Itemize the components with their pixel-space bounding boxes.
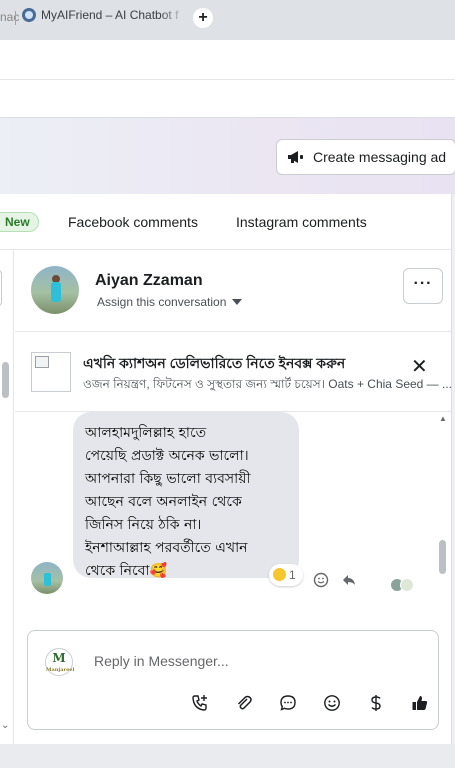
brand-name: Manjareel: [46, 667, 75, 673]
reply-composer: M Manjareel: [27, 630, 439, 730]
sender-avatar: [31, 562, 63, 594]
close-icon[interactable]: ✕: [411, 354, 428, 379]
ad-title: এখনি ক্যাশঅন ডেলিভারিতে নিতে ইনবক্স করুন: [83, 355, 346, 371]
ad-thumbnail: [31, 352, 71, 392]
call-add-icon[interactable]: [178, 689, 222, 717]
avatar-figure: [51, 282, 61, 302]
message-line: আপনারা কিছু ভালো ব্যবসায়ী: [85, 471, 251, 487]
avatar[interactable]: [31, 266, 79, 314]
conversation-list-edge: ⌄: [0, 250, 14, 744]
message-line: থেকে নিবো🥰: [85, 563, 167, 579]
message-line: জিনিস নিয়ে ঠকি না।: [85, 517, 202, 533]
tab-instagram-comments[interactable]: Instagram comments: [236, 214, 367, 230]
reaction-badge[interactable]: 1: [269, 564, 303, 586]
thread-scrollbar[interactable]: ▲: [439, 412, 447, 624]
more-icon[interactable]: ···: [403, 268, 443, 304]
composer-toolbar: [178, 689, 442, 717]
message-line: আলহামদুলিল্লাহ হাতে: [85, 425, 207, 441]
messenger-icon: [22, 8, 36, 22]
message-thread: আলহামদুলিল্লাহ হাতে পেয়েছি প্রডাক্ট অনে…: [15, 412, 452, 628]
caret-down-icon: [232, 299, 243, 305]
chevron-down-icon[interactable]: ⌄: [1, 720, 9, 731]
emoji-icon[interactable]: [310, 689, 354, 717]
reply-icon[interactable]: [341, 572, 357, 588]
ad-context-card: এখনি ক্যাশঅন ডেলিভারিতে নিতে ইনবক্স করুন…: [15, 332, 452, 412]
seen-indicators: [390, 578, 414, 597]
message-line: আছেন বলে অনলাইন থেকে: [85, 494, 242, 510]
new-badge: New: [0, 212, 39, 232]
dollar-icon[interactable]: [354, 689, 398, 717]
message-bubble[interactable]: আলহামদুলিল্লাহ হাতে পেয়েছি প্রডাক্ট অনে…: [73, 412, 299, 579]
assign-label: Assign this conversation: [97, 295, 227, 309]
reply-input[interactable]: [94, 653, 414, 669]
tab-title: MyAIFriend – AI Chatbot f: [41, 8, 179, 22]
list-scrollbar[interactable]: [2, 362, 9, 398]
tab-separator: [15, 11, 16, 25]
inbox-tabs: New Facebook comments Instagram comments: [0, 194, 452, 250]
browser-toolbar: [0, 40, 455, 118]
thumbs-up-icon[interactable]: [398, 689, 442, 717]
previous-tab-fragment[interactable]: nac: [0, 10, 19, 24]
toolbar-divider: [0, 79, 455, 80]
chevron-up-icon[interactable]: ▲: [439, 414, 447, 423]
megaphone-icon: [288, 151, 303, 163]
message-line: পেয়েছি প্রডাক্ট অনেক ভালো।: [85, 448, 249, 464]
message-line: ইনশাআল্লাহ পরবর্তীতে এখান: [85, 540, 248, 556]
browser-tab-strip: nac MyAIFriend – AI Chatbot f +: [0, 0, 455, 40]
avatar-figure: [44, 573, 51, 586]
contact-name[interactable]: Aiyan Zzaman: [95, 272, 203, 290]
conversation-header: Aiyan Zzaman Assign this conversation ··…: [15, 250, 452, 332]
scroll-thumb[interactable]: [439, 540, 446, 574]
new-tab-button[interactable]: +: [193, 8, 213, 28]
page-logo: M Manjareel: [45, 648, 75, 676]
tab-fade: [160, 6, 186, 28]
list-item-fragment[interactable]: [0, 270, 2, 306]
inbox-panel: New Facebook comments Instagram comments…: [0, 194, 452, 744]
chat-bubble-icon[interactable]: [266, 689, 310, 717]
create-messaging-ad-button[interactable]: Create messaging ad: [276, 139, 455, 175]
assign-conversation-dropdown[interactable]: Assign this conversation: [97, 295, 243, 309]
attachment-icon[interactable]: [222, 689, 266, 717]
message-actions: [313, 572, 357, 593]
tab-facebook-comments[interactable]: Facebook comments: [68, 214, 198, 230]
ad-subtitle: ওজন নিয়ন্ত্রণ, ফিটনেস ও সুস্থতার জন্য স…: [83, 377, 451, 391]
create-ad-label: Create messaging ad: [313, 149, 447, 165]
brand-initial: M: [52, 651, 66, 665]
emoji-icon[interactable]: [313, 572, 329, 588]
reaction-count: 1: [289, 568, 296, 582]
page-bottom-strip: [0, 744, 455, 768]
heart-eyes-icon: [273, 568, 286, 581]
seen-brand-avatar: [400, 578, 414, 592]
